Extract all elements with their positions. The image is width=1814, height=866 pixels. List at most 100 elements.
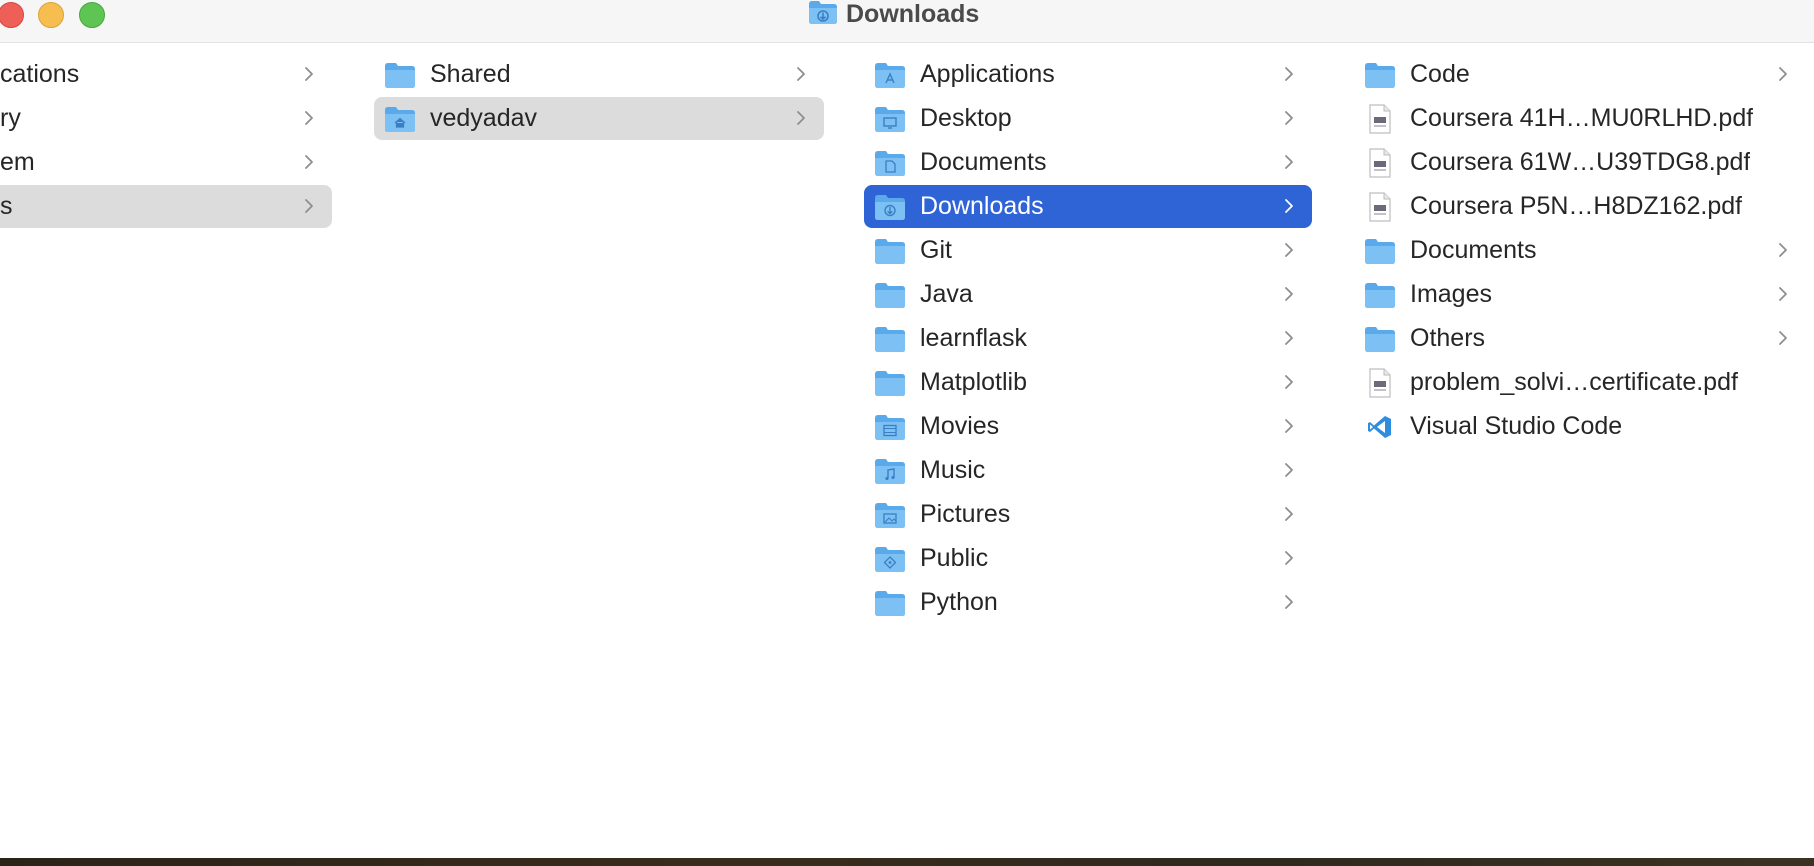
- home-folder-icon: [384, 104, 416, 134]
- chevron-right-icon: [1278, 591, 1300, 613]
- list-item[interactable]: Matplotlib: [864, 361, 1312, 404]
- column-downloads[interactable]: Code Coursera 41H…MU0RLHD.pdf Coursera 61W…: [1332, 43, 1814, 858]
- list-item[interactable]: Java: [864, 273, 1312, 316]
- list-item[interactable]: Movies: [864, 405, 1312, 448]
- folder-icon: [874, 280, 906, 310]
- chevron-right-icon: [1278, 415, 1300, 437]
- list-item-label: Pictures: [920, 500, 1011, 528]
- list-item[interactable]: Others: [1354, 317, 1806, 360]
- list-item[interactable]: Applications: [864, 53, 1312, 96]
- desktop-folder-icon: [874, 104, 906, 134]
- list-item[interactable]: em: [0, 141, 332, 184]
- list-item[interactable]: Documents: [1354, 229, 1806, 272]
- list-item[interactable]: Pictures: [864, 493, 1312, 536]
- list-item-label: Python: [920, 588, 998, 616]
- list-item[interactable]: learnflask: [864, 317, 1312, 360]
- pdf-file-icon: [1364, 191, 1396, 222]
- chevron-right-icon: [1278, 503, 1300, 525]
- list-item[interactable]: Documents: [864, 141, 1312, 184]
- list-item-label: em: [0, 148, 35, 176]
- chevron-right-icon: [298, 63, 320, 85]
- list-item[interactable]: Python: [864, 581, 1312, 624]
- chevron-right-icon: [1278, 195, 1300, 217]
- list-item-label: Documents: [1410, 236, 1537, 264]
- pictures-folder-icon: [874, 500, 906, 530]
- pdf-file-icon: [1364, 147, 1396, 178]
- list-item-label: Matplotlib: [920, 368, 1027, 396]
- list-item[interactable]: problem_solvi…certificate.pdf: [1354, 361, 1806, 404]
- list-item-label: Public: [920, 544, 989, 572]
- finder-window: Downloads cations ry em s Shared vedyada…: [0, 0, 1814, 858]
- pdf-file-icon: [1364, 103, 1396, 134]
- list-item[interactable]: Shared: [374, 53, 824, 96]
- list-item[interactable]: Desktop: [864, 97, 1312, 140]
- list-item-label: Code: [1410, 60, 1470, 88]
- list-item-label: Applications: [920, 60, 1055, 88]
- list-item[interactable]: Code: [1354, 53, 1806, 96]
- folder-icon: [1364, 324, 1396, 354]
- folder-icon: [874, 236, 906, 266]
- list-item[interactable]: Public: [864, 537, 1312, 580]
- chevron-right-icon: [1278, 371, 1300, 393]
- chevron-right-icon: [1278, 151, 1300, 173]
- chevron-right-icon: [298, 195, 320, 217]
- column-users[interactable]: Shared vedyadav: [352, 43, 843, 858]
- list-item[interactable]: Coursera 61W…U39TDG8.pdf: [1354, 141, 1806, 184]
- chevron-right-icon: [1278, 283, 1300, 305]
- chevron-right-icon: [790, 63, 812, 85]
- list-item[interactable]: Git: [864, 229, 1312, 272]
- list-item-label: problem_solvi…certificate.pdf: [1410, 368, 1738, 396]
- list-item[interactable]: Images: [1354, 273, 1806, 316]
- chevron-right-icon: [1278, 107, 1300, 129]
- list-item-label: Shared: [430, 60, 511, 88]
- chevron-right-icon: [1772, 283, 1794, 305]
- list-item-label: s: [0, 192, 13, 220]
- list-item-label: Visual Studio Code: [1410, 412, 1623, 440]
- list-item-selected[interactable]: vedyadav: [374, 97, 824, 140]
- list-item[interactable]: Music: [864, 449, 1312, 492]
- chevron-right-icon: [1772, 63, 1794, 85]
- window-title-text: Downloads: [846, 0, 980, 28]
- list-item-label: Coursera 41H…MU0RLHD.pdf: [1410, 104, 1754, 132]
- music-folder-icon: [874, 456, 906, 486]
- list-item-label: Desktop: [920, 104, 1012, 132]
- close-window-button[interactable]: [0, 2, 24, 28]
- chevron-right-icon: [1278, 239, 1300, 261]
- list-item[interactable]: cations: [0, 53, 332, 96]
- chevron-right-icon: [298, 107, 320, 129]
- folder-icon: [1364, 236, 1396, 266]
- chevron-right-icon: [1278, 63, 1300, 85]
- list-item-selected[interactable]: Downloads: [864, 185, 1312, 228]
- movies-folder-icon: [874, 412, 906, 442]
- list-item-label: Coursera 61W…U39TDG8.pdf: [1410, 148, 1751, 176]
- downloads-folder-icon: [808, 0, 838, 30]
- pdf-file-icon: [1364, 367, 1396, 398]
- vscode-app-icon: [1364, 412, 1396, 442]
- list-item[interactable]: Coursera 41H…MU0RLHD.pdf: [1354, 97, 1806, 140]
- chevron-right-icon: [1772, 327, 1794, 349]
- zoom-window-button[interactable]: [79, 2, 105, 28]
- list-item[interactable]: Visual Studio Code: [1354, 405, 1806, 448]
- minimize-window-button[interactable]: [38, 2, 64, 28]
- column-home[interactable]: Applications Desktop Documents Downloads Git…: [842, 43, 1333, 858]
- list-item-label: Git: [920, 236, 952, 264]
- title-bar: Downloads: [0, 0, 1814, 43]
- list-item-label: Coursera P5N…H8DZ162.pdf: [1410, 192, 1743, 220]
- chevron-right-icon: [1278, 459, 1300, 481]
- documents-folder-icon: [874, 148, 906, 178]
- list-item-label: Movies: [920, 412, 1000, 440]
- list-item[interactable]: ry: [0, 97, 332, 140]
- chevron-right-icon: [1278, 547, 1300, 569]
- column-root[interactable]: cations ry em s: [0, 43, 353, 858]
- chevron-right-icon: [790, 107, 812, 129]
- applications-folder-icon: [874, 60, 906, 90]
- list-item-selected[interactable]: s: [0, 185, 332, 228]
- list-item-label: vedyadav: [430, 104, 538, 132]
- list-item-label: Images: [1410, 280, 1492, 308]
- folder-icon: [1364, 280, 1396, 310]
- list-item[interactable]: Coursera P5N…H8DZ162.pdf: [1354, 185, 1806, 228]
- folder-icon: [384, 60, 416, 90]
- list-item-label: ry: [0, 104, 21, 132]
- folder-icon: [874, 368, 906, 398]
- list-item-label: Documents: [920, 148, 1047, 176]
